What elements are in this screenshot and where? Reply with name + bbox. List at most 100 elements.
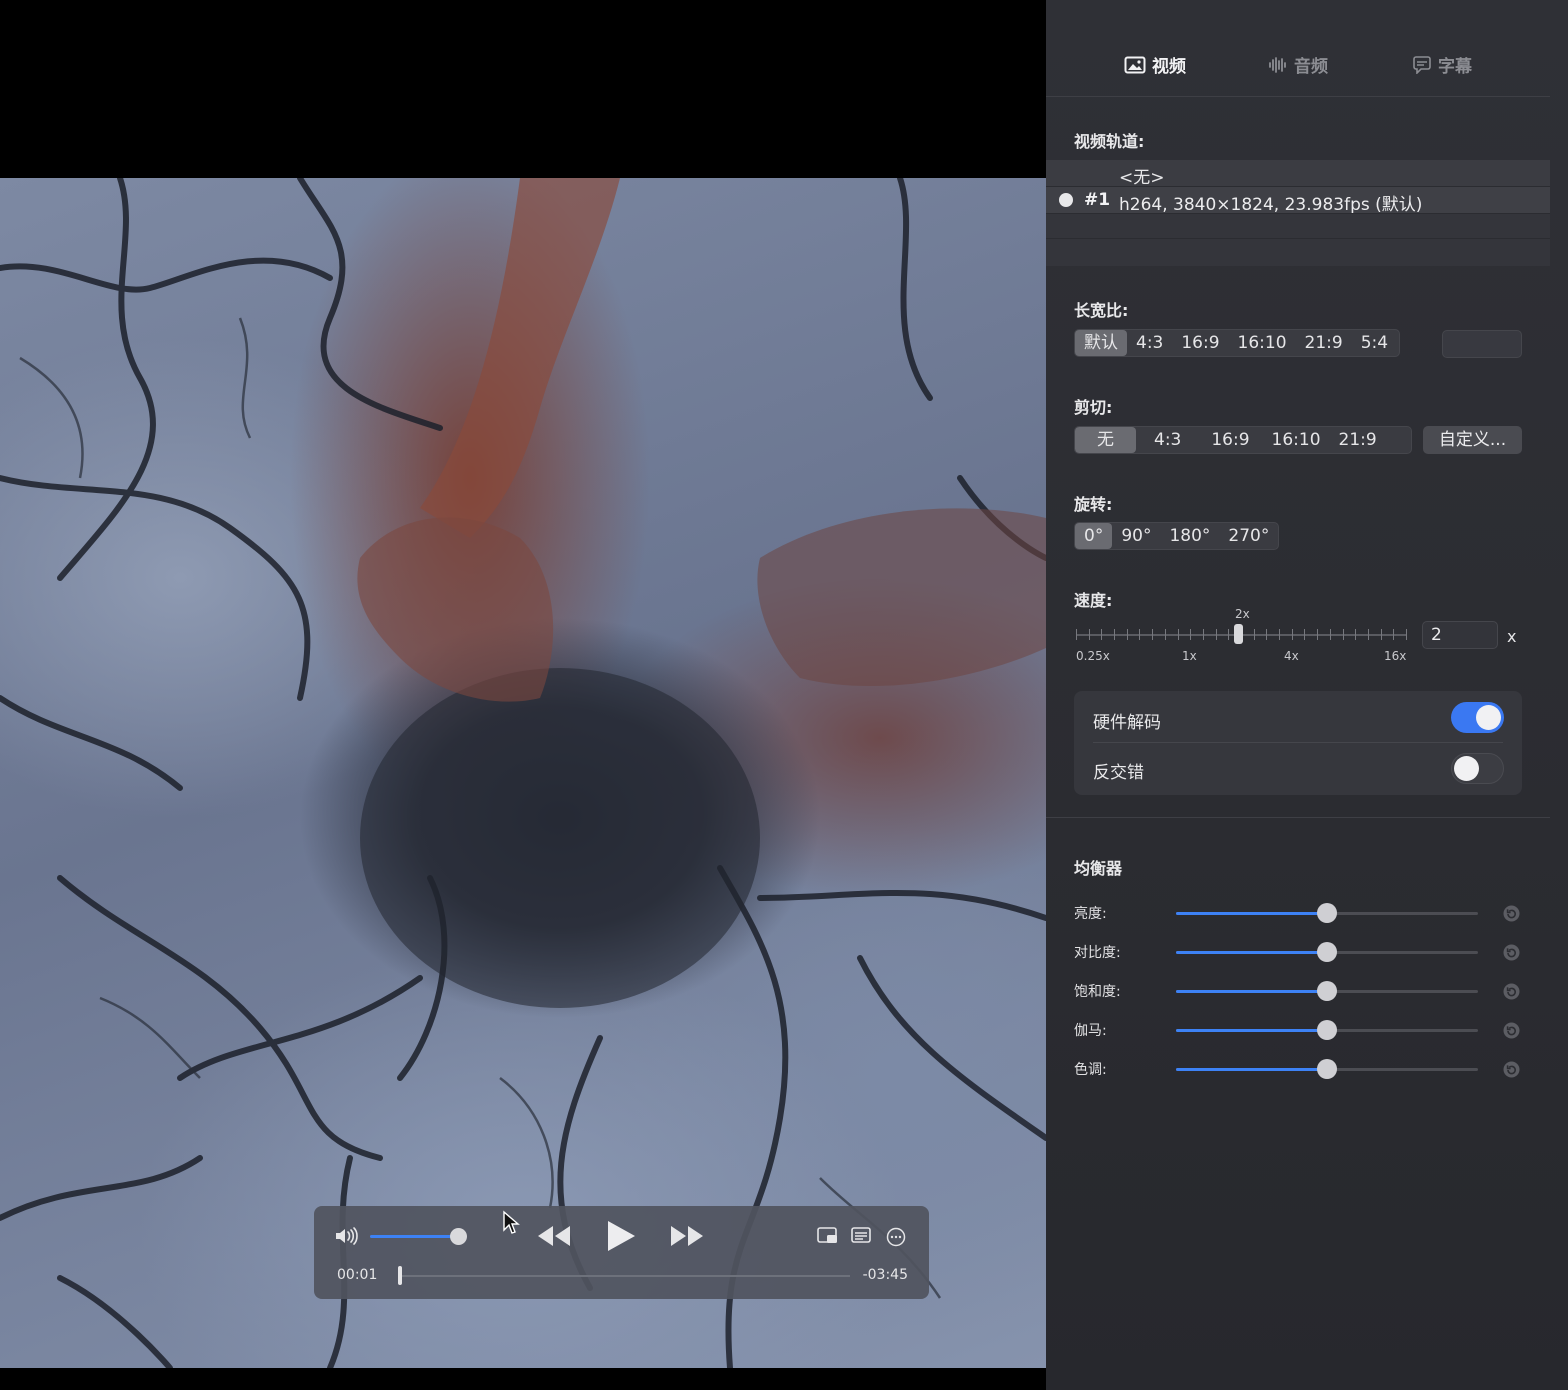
speed-slider-tick bbox=[1190, 629, 1192, 640]
reset-icon[interactable] bbox=[1503, 1022, 1520, 1039]
volume-slider-fill bbox=[370, 1235, 458, 1238]
reset-icon[interactable] bbox=[1503, 1061, 1520, 1078]
reset-icon[interactable] bbox=[1503, 944, 1520, 961]
speed-slider-tick bbox=[1406, 629, 1407, 640]
aspect-option-default[interactable]: 默认 bbox=[1075, 330, 1127, 356]
speed-slider-tick bbox=[1329, 629, 1331, 640]
deinterlace-toggle[interactable] bbox=[1451, 753, 1504, 784]
crop-option-none[interactable]: 无 bbox=[1075, 427, 1136, 453]
player-control-bar: 00:01 -03:45 bbox=[314, 1206, 929, 1299]
speed-slider-tick bbox=[1279, 629, 1281, 640]
speed-slider-tick bbox=[1304, 629, 1306, 640]
photo-icon bbox=[1124, 56, 1146, 73]
rewind-icon[interactable] bbox=[536, 1224, 572, 1248]
crop-segmented-control[interactable]: 无 4:3 16:9 16:10 21:9 bbox=[1074, 426, 1412, 454]
reset-icon[interactable] bbox=[1503, 905, 1520, 922]
speaker-volume-icon[interactable] bbox=[334, 1226, 360, 1246]
rotation-option-180[interactable]: 180° bbox=[1160, 523, 1219, 549]
video-content-image bbox=[0, 178, 1046, 1368]
crop-label: 剪切: bbox=[1074, 398, 1113, 417]
video-frame[interactable]: 00:01 -03:45 bbox=[0, 178, 1046, 1368]
track-none-label: <无> bbox=[1119, 168, 1165, 188]
aspect-option-4-3[interactable]: 4:3 bbox=[1127, 330, 1172, 356]
tab-video[interactable]: 视频 bbox=[1124, 52, 1186, 77]
speed-scale-label: 4x bbox=[1284, 649, 1299, 663]
equalizer-slider-fill bbox=[1176, 951, 1327, 954]
mouse-cursor-icon bbox=[503, 1210, 520, 1234]
speed-slider-tick bbox=[1164, 629, 1166, 640]
equalizer-slider-label: 对比度: bbox=[1074, 945, 1121, 961]
speed-input[interactable]: 2 bbox=[1422, 621, 1498, 649]
aspect-ratio-segmented-control[interactable]: 默认 4:3 16:9 16:10 21:9 5:4 bbox=[1074, 329, 1400, 357]
crop-option-16-9[interactable]: 16:9 bbox=[1199, 427, 1261, 453]
aspect-ratio-custom-field[interactable] bbox=[1442, 330, 1522, 358]
video-track-list[interactable]: <无> #1 h264, 3840×1824, 23.983fps (默认) bbox=[1046, 160, 1550, 266]
tab-video-label: 视频 bbox=[1152, 57, 1186, 77]
crop-custom-button[interactable]: 自定义... bbox=[1423, 426, 1522, 454]
speed-current-marker: 2x bbox=[1235, 607, 1250, 621]
tab-audio[interactable]: 音频 bbox=[1268, 52, 1328, 77]
speed-slider-tick bbox=[1114, 629, 1116, 640]
speed-slider-tick bbox=[1177, 629, 1179, 640]
track-row-none[interactable]: <无> bbox=[1046, 160, 1550, 188]
speed-slider-tick bbox=[1101, 629, 1103, 640]
equalizer-slider-knob[interactable] bbox=[1317, 1020, 1337, 1040]
picture-in-picture-icon[interactable] bbox=[816, 1226, 840, 1246]
deinterlace-label: 反交错 bbox=[1093, 763, 1144, 783]
aspect-option-5-4[interactable]: 5:4 bbox=[1352, 330, 1397, 356]
speed-slider-tick bbox=[1152, 629, 1154, 640]
speed-slider-knob[interactable] bbox=[1234, 624, 1243, 644]
aspect-option-21-9[interactable]: 21:9 bbox=[1296, 330, 1352, 356]
speed-slider-tick bbox=[1291, 629, 1293, 640]
equalizer-slider-knob[interactable] bbox=[1317, 981, 1337, 1001]
crop-option-4-3[interactable]: 4:3 bbox=[1136, 427, 1199, 453]
more-options-icon[interactable] bbox=[885, 1226, 907, 1248]
divider bbox=[1046, 817, 1550, 818]
track-id: #1 bbox=[1084, 190, 1111, 210]
selected-dot-icon bbox=[1059, 193, 1073, 207]
tab-subtitles-label: 字幕 bbox=[1438, 57, 1472, 77]
speed-slider-tick bbox=[1367, 629, 1369, 640]
waveform-icon bbox=[1269, 56, 1286, 73]
seek-bar[interactable] bbox=[400, 1275, 850, 1277]
video-track-label: 视频轨道: bbox=[1074, 132, 1145, 151]
equalizer-slider-label: 伽马: bbox=[1074, 1023, 1107, 1039]
tab-subtitles[interactable]: 字幕 bbox=[1412, 52, 1472, 77]
volume-slider-knob[interactable] bbox=[450, 1228, 467, 1245]
speed-unit: x bbox=[1507, 627, 1517, 646]
speed-slider-tick bbox=[1126, 629, 1128, 640]
video-settings-panel: 视频 音频 字幕 视频轨道: <无> #1 h264, 3840×1824, 2… bbox=[1046, 0, 1568, 1390]
rotation-option-0[interactable]: 0° bbox=[1075, 523, 1113, 549]
equalizer-slider-fill bbox=[1176, 1068, 1327, 1071]
remaining-time: -03:45 bbox=[862, 1267, 908, 1283]
reset-icon[interactable] bbox=[1503, 983, 1520, 1000]
equalizer-slider-label: 亮度: bbox=[1074, 906, 1107, 922]
hardware-decode-label: 硬件解码 bbox=[1093, 713, 1161, 733]
equalizer-slider-knob[interactable] bbox=[1317, 903, 1337, 923]
hardware-decode-toggle[interactable] bbox=[1451, 702, 1504, 733]
crop-option-21-9[interactable]: 21:9 bbox=[1331, 427, 1385, 453]
speed-label: 速度: bbox=[1074, 591, 1113, 610]
aspect-option-16-10[interactable]: 16:10 bbox=[1229, 330, 1296, 356]
rotation-segmented-control[interactable]: 0° 90° 180° 270° bbox=[1074, 522, 1279, 550]
rotation-option-90[interactable]: 90° bbox=[1112, 523, 1160, 549]
equalizer-slider-label: 色调: bbox=[1074, 1062, 1107, 1078]
equalizer-slider-knob[interactable] bbox=[1317, 942, 1337, 962]
rotation-option-270[interactable]: 270° bbox=[1219, 523, 1278, 549]
playlist-icon[interactable] bbox=[850, 1226, 874, 1246]
speed-slider-tick bbox=[1139, 629, 1141, 640]
equalizer-slider-fill bbox=[1176, 1029, 1327, 1032]
crop-option-16-10[interactable]: 16:10 bbox=[1262, 427, 1331, 453]
speed-scale-label: 1x bbox=[1182, 649, 1197, 663]
play-icon[interactable] bbox=[604, 1219, 638, 1253]
fast-forward-icon[interactable] bbox=[669, 1224, 705, 1248]
seek-bar-knob[interactable] bbox=[398, 1266, 402, 1285]
aspect-option-16-9[interactable]: 16:9 bbox=[1172, 330, 1228, 356]
track-row-1[interactable]: #1 h264, 3840×1824, 23.983fps (默认) bbox=[1046, 187, 1550, 215]
speed-slider-tick bbox=[1380, 629, 1382, 640]
speed-slider-tick bbox=[1253, 629, 1255, 640]
track-description: h264, 3840×1824, 23.983fps (默认) bbox=[1119, 195, 1423, 215]
tab-audio-label: 音频 bbox=[1294, 57, 1328, 77]
speed-slider-tick bbox=[1317, 629, 1319, 640]
equalizer-slider-knob[interactable] bbox=[1317, 1059, 1337, 1079]
